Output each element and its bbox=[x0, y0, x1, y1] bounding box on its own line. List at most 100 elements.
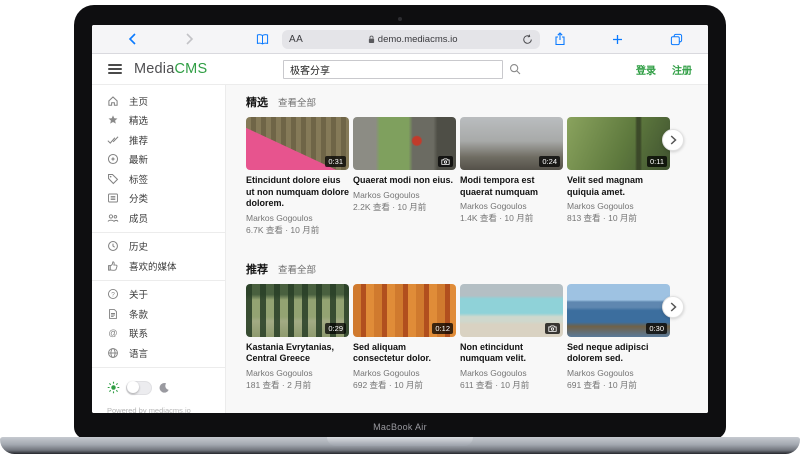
sun-icon bbox=[107, 381, 120, 394]
video-thumbnail: 0:11 bbox=[567, 117, 670, 170]
url-text: demo.mediacms.io bbox=[378, 34, 458, 45]
carousel-next-button[interactable] bbox=[662, 129, 684, 151]
plus-icon bbox=[612, 34, 623, 45]
media-card[interactable]: 0:30 Sed neque adipisci dolorem sed. Mar… bbox=[567, 284, 670, 391]
camera-badge bbox=[545, 323, 560, 334]
carousel-next-button[interactable] bbox=[662, 296, 684, 318]
login-link[interactable]: 登录 bbox=[636, 62, 656, 77]
sidebar-item-tags[interactable]: 标签 bbox=[92, 169, 225, 189]
sidebar-item-categories[interactable]: 分类 bbox=[92, 189, 225, 209]
media-card[interactable]: Quaerat modi non eius. Markos Gogoulos 2… bbox=[353, 117, 456, 236]
media-card[interactable]: 0:29 Kastania Evrytanias, Central Greece… bbox=[246, 284, 349, 391]
video-thumbnail: 0:30 bbox=[567, 284, 670, 337]
sidebar-item-latest[interactable]: 最新 bbox=[92, 150, 225, 170]
url-display: demo.mediacms.io bbox=[303, 34, 522, 45]
video-thumbnail: 0:31 bbox=[246, 117, 349, 170]
globe-icon bbox=[107, 347, 119, 359]
register-link[interactable]: 注册 bbox=[672, 62, 692, 77]
auth-links: 登录 注册 bbox=[636, 62, 692, 77]
sidebar-divider bbox=[92, 280, 225, 281]
view-all-link[interactable]: 查看全部 bbox=[278, 95, 316, 109]
sidebar: 主页 精选 推荐 最新 bbox=[92, 85, 226, 413]
media-card[interactable]: 0:11 Velit sed magnam quiquia amet. Mark… bbox=[567, 117, 670, 236]
media-card[interactable]: 0:12 Sed aliquam consectetur dolor. Mark… bbox=[353, 284, 456, 391]
logo-media: Media bbox=[134, 61, 175, 77]
card-title: Quaerat modi non eius. bbox=[353, 175, 456, 187]
theme-toggle[interactable] bbox=[126, 381, 152, 395]
macbook-base-notch bbox=[327, 437, 473, 446]
view-all-link[interactable]: 查看全部 bbox=[278, 262, 316, 276]
card-stats: 692 查看 · 10 月前 bbox=[353, 379, 456, 391]
menu-button[interactable] bbox=[108, 64, 122, 74]
media-card[interactable]: 0:24 Modi tempora est quaerat numquam Ma… bbox=[460, 117, 563, 236]
card-title: Kastania Evrytanias, Central Greece bbox=[246, 342, 349, 365]
video-thumbnail: 0:24 bbox=[460, 117, 563, 170]
card-stats: 611 查看 · 10 月前 bbox=[460, 379, 563, 391]
card-author: Markos Gogoulos bbox=[353, 368, 456, 378]
chevron-right-icon bbox=[670, 135, 677, 145]
card-title: Sed aliquam consectetur dolor. bbox=[353, 342, 456, 365]
sidebar-label: 最新 bbox=[129, 152, 148, 166]
sidebar-item-liked-media[interactable]: 喜欢的媒体 bbox=[92, 256, 225, 276]
moon-icon bbox=[158, 382, 170, 394]
browser-forward-button[interactable] bbox=[185, 33, 194, 45]
sidebar-item-home[interactable]: 主页 bbox=[92, 91, 225, 111]
sidebar-item-contact[interactable]: @ 联系 bbox=[92, 324, 225, 344]
document-icon bbox=[107, 308, 119, 320]
camera-badge bbox=[438, 156, 453, 167]
sidebar-item-history[interactable]: 历史 bbox=[92, 237, 225, 257]
home-icon bbox=[107, 95, 119, 107]
camera-icon bbox=[548, 325, 557, 332]
tabs-icon bbox=[670, 33, 683, 46]
media-card[interactable]: Non etincidunt numquam velit. Markos Gog… bbox=[460, 284, 563, 391]
media-card[interactable]: 0:31 Etincidunt dolore eius ut non numqu… bbox=[246, 117, 349, 236]
search-input[interactable] bbox=[283, 60, 503, 79]
sidebar-item-about[interactable]: ? 关于 bbox=[92, 285, 225, 305]
question-circle-icon: ? bbox=[107, 288, 119, 300]
device-label: MacBook Air bbox=[74, 422, 726, 432]
sidebar-item-recommended[interactable]: 推荐 bbox=[92, 130, 225, 150]
video-thumbnail: 0:12 bbox=[353, 284, 456, 337]
card-stats: 181 查看 · 2 月前 bbox=[246, 379, 349, 391]
powered-by-text: Powered by mediacms.io bbox=[92, 402, 225, 413]
card-title: Etincidunt dolore eius ut non numquam do… bbox=[246, 175, 349, 210]
sidebar-item-featured[interactable]: 精选 bbox=[92, 111, 225, 131]
share-button[interactable] bbox=[554, 32, 566, 46]
share-icon bbox=[554, 32, 566, 46]
reload-button[interactable] bbox=[522, 34, 533, 45]
chevron-right-icon bbox=[185, 33, 194, 45]
reload-icon bbox=[522, 34, 533, 45]
main-content: 精选 查看全部 0:31 Etincidunt dolore eius ut n… bbox=[226, 85, 708, 413]
macbook-mockup: AA demo.mediacms.io bbox=[0, 0, 800, 459]
browser-back-button[interactable] bbox=[128, 33, 137, 45]
card-stats: 6.7K 查看 · 10 月前 bbox=[246, 224, 349, 236]
search-icon bbox=[509, 63, 521, 75]
card-stats: 2.2K 查看 · 10 月前 bbox=[353, 201, 456, 213]
duration-badge: 0:30 bbox=[646, 323, 667, 334]
card-stats: 1.4K 查看 · 10 月前 bbox=[460, 212, 563, 224]
sidebar-label: 历史 bbox=[129, 239, 148, 253]
sidebar-label: 喜欢的媒体 bbox=[129, 259, 177, 273]
search-button[interactable] bbox=[509, 63, 521, 75]
sidebar-item-members[interactable]: 成员 bbox=[92, 208, 225, 228]
tabs-overview-button[interactable] bbox=[670, 33, 683, 46]
card-author: Markos Gogoulos bbox=[567, 368, 670, 378]
card-title: Sed neque adipisci dolorem sed. bbox=[567, 342, 670, 365]
camera-icon bbox=[441, 158, 450, 165]
sidebar-item-language[interactable]: 语言 bbox=[92, 343, 225, 363]
double-check-icon bbox=[107, 134, 119, 146]
section-title: 精选 bbox=[246, 94, 268, 110]
address-bar[interactable]: AA demo.mediacms.io bbox=[282, 30, 540, 49]
card-author: Markos Gogoulos bbox=[246, 368, 349, 378]
chevron-left-icon bbox=[128, 33, 137, 45]
sidebar-item-terms[interactable]: 条款 bbox=[92, 304, 225, 324]
search-area bbox=[283, 60, 521, 79]
reading-list-button[interactable] bbox=[256, 33, 269, 45]
card-author: Markos Gogoulos bbox=[567, 201, 670, 211]
page-body: 主页 精选 推荐 最新 bbox=[92, 85, 708, 413]
site-logo[interactable]: MediaCMS bbox=[134, 61, 207, 77]
clock-icon bbox=[107, 240, 119, 252]
new-tab-button[interactable] bbox=[612, 34, 623, 45]
chevron-right-icon bbox=[670, 302, 677, 312]
text-size-button[interactable]: AA bbox=[289, 34, 303, 45]
